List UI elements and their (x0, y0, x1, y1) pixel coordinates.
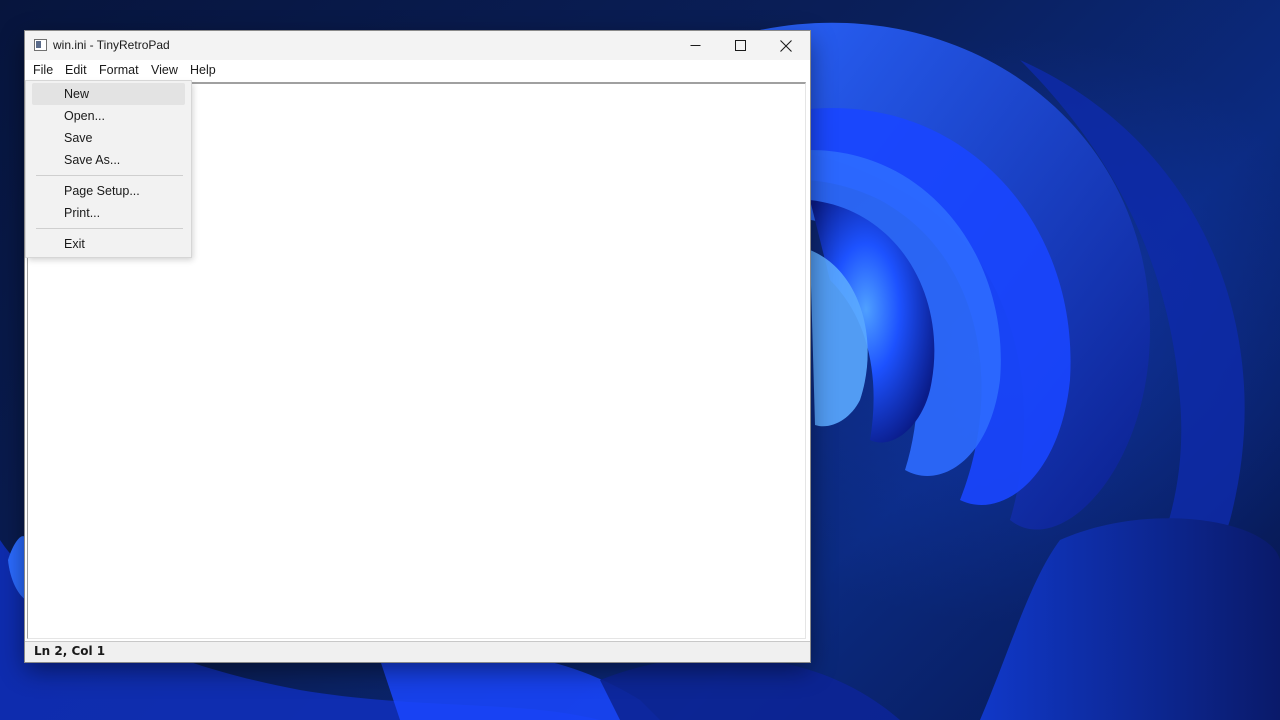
menu-item-save-as[interactable]: Save As... (32, 149, 185, 171)
notepad-app-icon[interactable] (34, 39, 47, 51)
minimize-icon (690, 45, 700, 46)
status-bar: Ln 2, Col 1 (25, 641, 810, 662)
menu-separator (36, 175, 183, 176)
menu-edit[interactable]: Edit (59, 60, 93, 81)
menu-separator (36, 228, 183, 229)
maximize-icon (734, 40, 746, 51)
menu-file[interactable]: File (27, 60, 59, 81)
cursor-position: Ln 2, Col 1 (34, 644, 106, 658)
menu-item-print[interactable]: Print... (32, 202, 185, 224)
menu-item-open[interactable]: Open... (32, 105, 185, 127)
close-icon (780, 39, 792, 52)
minimize-button[interactable] (672, 31, 718, 60)
menu-item-exit[interactable]: Exit (32, 233, 185, 255)
file-menu-dropdown: New Open... Save Save As... Page Setup..… (26, 81, 191, 257)
menu-format[interactable]: Format (93, 60, 145, 81)
menu-view[interactable]: View (145, 60, 184, 81)
maximize-button[interactable] (717, 31, 763, 60)
menu-bar: File Edit Format View Help (25, 60, 810, 81)
menu-item-save[interactable]: Save (32, 127, 185, 149)
menu-item-page-setup[interactable]: Page Setup... (32, 180, 185, 202)
close-button[interactable] (763, 31, 809, 60)
title-bar[interactable]: win.ini - TinyRetroPad (25, 31, 810, 60)
menu-help[interactable]: Help (184, 60, 222, 81)
window-title: win.ini - TinyRetroPad (53, 38, 170, 52)
menu-item-new[interactable]: New (32, 83, 185, 105)
